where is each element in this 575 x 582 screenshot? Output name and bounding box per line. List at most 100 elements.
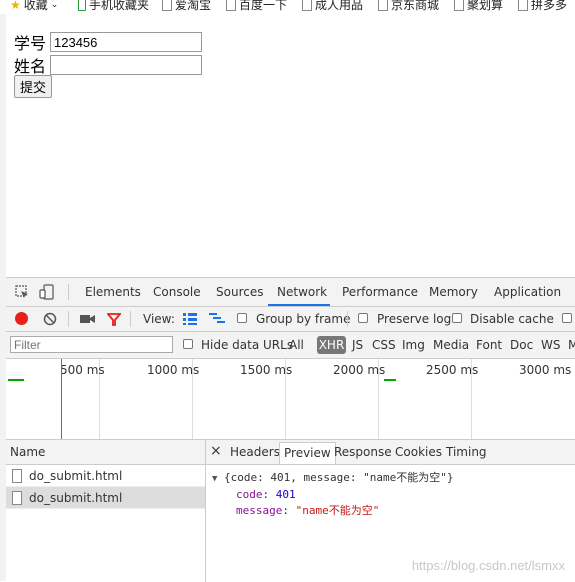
tab-memory[interactable]: Memory bbox=[429, 285, 478, 299]
json-preview: ▼ {code: 401, message: "name不能为空"} code:… bbox=[212, 470, 453, 519]
detail-tabbar: × Headers Preview Response Cookies Timin… bbox=[206, 440, 575, 465]
name-column-header[interactable]: Name bbox=[6, 440, 205, 465]
preserve-log-label: Preserve log bbox=[377, 312, 452, 326]
tab-console[interactable]: Console bbox=[153, 285, 201, 299]
bookmark-item[interactable]: 爱淘宝 bbox=[162, 0, 211, 13]
timeline-label: 3000 ms bbox=[519, 363, 572, 377]
json-entry-code: code: 401 bbox=[236, 488, 296, 501]
filter-type-css[interactable]: CSS bbox=[372, 338, 396, 352]
page-icon bbox=[518, 0, 528, 11]
tab-preview[interactable]: Preview bbox=[279, 442, 336, 464]
inspect-element-icon[interactable] bbox=[15, 285, 29, 299]
json-value: "name不能为空" bbox=[295, 504, 380, 517]
timeline-label: 1000 ms bbox=[147, 363, 200, 377]
timeline-label: 2500 ms bbox=[426, 363, 479, 377]
bookmark-mobile[interactable]: 手机收藏夹 bbox=[78, 0, 149, 13]
group-by-frame-checkbox[interactable] bbox=[237, 313, 247, 323]
page-icon bbox=[162, 0, 172, 11]
timeline-label: 2000 ms bbox=[333, 363, 386, 377]
submit-button[interactable]: 提交 bbox=[14, 75, 53, 98]
active-tab-indicator bbox=[268, 304, 330, 306]
network-toolbar: View: Group by frame Preserve log Disabl… bbox=[6, 307, 575, 332]
tab-application[interactable]: Application bbox=[494, 285, 561, 299]
filter-type-manifest[interactable]: M bbox=[568, 338, 575, 352]
filter-type-font[interactable]: Font bbox=[476, 338, 502, 352]
tab-network[interactable]: Network bbox=[277, 285, 327, 299]
filter-type-js[interactable]: JS bbox=[352, 338, 363, 352]
close-icon[interactable]: × bbox=[210, 443, 222, 459]
json-root[interactable]: ▼ {code: 401, message: "name不能为空"} bbox=[212, 470, 453, 487]
student-id-label: 学号 bbox=[14, 34, 47, 53]
devtools-tabbar: Elements Console Sources Network Perform… bbox=[6, 278, 575, 307]
preserve-log-checkbox[interactable] bbox=[358, 313, 368, 323]
name-label: 姓名 bbox=[14, 57, 47, 76]
divider bbox=[130, 311, 131, 327]
load-event-marker bbox=[61, 359, 62, 439]
request-name: do_submit.html bbox=[29, 490, 123, 505]
json-key: code bbox=[236, 488, 263, 501]
filter-bar: Hide data URLs All XHR JS CSS Img Media … bbox=[6, 332, 575, 359]
tab-performance[interactable]: Performance bbox=[342, 285, 418, 299]
filter-type-all[interactable]: All bbox=[289, 338, 304, 352]
tab-cookies[interactable]: Cookies bbox=[395, 445, 442, 459]
filter-type-img[interactable]: Img bbox=[402, 338, 425, 352]
network-timeline: 500 ms 1000 ms 1500 ms 2000 ms 2500 ms 3… bbox=[6, 359, 575, 440]
page-icon bbox=[378, 0, 388, 11]
json-entry-message: message: "name不能为空" bbox=[236, 504, 380, 517]
filter-type-xhr[interactable]: XHR bbox=[317, 336, 346, 354]
watermark: https://blog.csdn.net/lsmxx bbox=[411, 558, 565, 573]
json-value: 401 bbox=[275, 488, 296, 501]
device-toolbar-icon[interactable] bbox=[39, 284, 55, 300]
disable-cache-label: Disable cache bbox=[470, 312, 554, 326]
bookmark-item[interactable]: 京东商城 bbox=[378, 0, 439, 13]
student-id-input[interactable] bbox=[50, 32, 202, 52]
request-bar bbox=[384, 379, 396, 381]
tab-sources[interactable]: Sources bbox=[216, 285, 263, 299]
tab-response[interactable]: Response bbox=[334, 445, 392, 459]
page-icon bbox=[454, 0, 464, 11]
tab-timing[interactable]: Timing bbox=[446, 445, 487, 459]
bookmark-favorites[interactable]: ★ 收藏 ⌄ bbox=[10, 0, 58, 13]
bookmarks-bar: ★ 收藏 ⌄ 手机收藏夹 爱淘宝 百度一下 成人用品 京东商城 聚划算 拼多多 bbox=[0, 0, 575, 14]
bookmark-item[interactable]: 成人用品 bbox=[302, 0, 363, 13]
filter-input[interactable] bbox=[10, 336, 173, 353]
devtools-panel: Elements Console Sources Network Perform… bbox=[6, 277, 575, 582]
hide-data-urls-checkbox[interactable] bbox=[183, 339, 193, 349]
bookmark-item[interactable]: 拼多多 bbox=[518, 0, 567, 13]
filter-icon[interactable] bbox=[107, 312, 121, 326]
filter-type-ws[interactable]: WS bbox=[541, 338, 560, 352]
json-summary: {code: 401, message: "name不能为空"} bbox=[224, 471, 454, 484]
capture-screenshots-icon[interactable] bbox=[80, 313, 95, 325]
file-icon bbox=[12, 468, 22, 483]
group-by-frame-label: Group by frame bbox=[256, 312, 351, 326]
divider bbox=[347, 311, 348, 327]
bookmark-item[interactable]: 聚划算 bbox=[454, 0, 503, 13]
request-name: do_submit.html bbox=[29, 468, 123, 483]
disable-cache-checkbox[interactable] bbox=[452, 313, 462, 323]
clear-icon[interactable] bbox=[43, 312, 57, 326]
expand-triangle-icon[interactable]: ▼ bbox=[212, 474, 217, 484]
record-icon[interactable] bbox=[15, 312, 28, 325]
offline-checkbox[interactable] bbox=[562, 313, 572, 323]
filter-type-doc[interactable]: Doc bbox=[510, 338, 533, 352]
bookmark-item[interactable]: 百度一下 bbox=[226, 0, 287, 13]
view-label: View: bbox=[143, 312, 175, 326]
request-row[interactable]: do_submit.html bbox=[6, 465, 205, 487]
request-list: Name do_submit.html do_submit.html bbox=[6, 440, 206, 582]
name-row: 姓名 bbox=[14, 53, 202, 77]
phone-icon bbox=[78, 0, 86, 11]
request-bar bbox=[8, 379, 24, 381]
name-input[interactable] bbox=[50, 55, 202, 75]
file-icon bbox=[12, 490, 22, 505]
tab-elements[interactable]: Elements bbox=[85, 285, 141, 299]
request-row-selected[interactable]: do_submit.html bbox=[6, 487, 205, 509]
waterfall-overview-icon[interactable] bbox=[209, 313, 225, 325]
page-icon bbox=[226, 0, 236, 11]
tab-headers[interactable]: Headers bbox=[230, 445, 280, 459]
chevron-down-icon: ⌄ bbox=[50, 0, 59, 10]
timeline-label: 1500 ms bbox=[240, 363, 293, 377]
timeline-label: 500 ms bbox=[60, 363, 105, 377]
large-rows-icon[interactable] bbox=[183, 313, 197, 325]
divider bbox=[68, 284, 69, 300]
filter-type-media[interactable]: Media bbox=[433, 338, 469, 352]
